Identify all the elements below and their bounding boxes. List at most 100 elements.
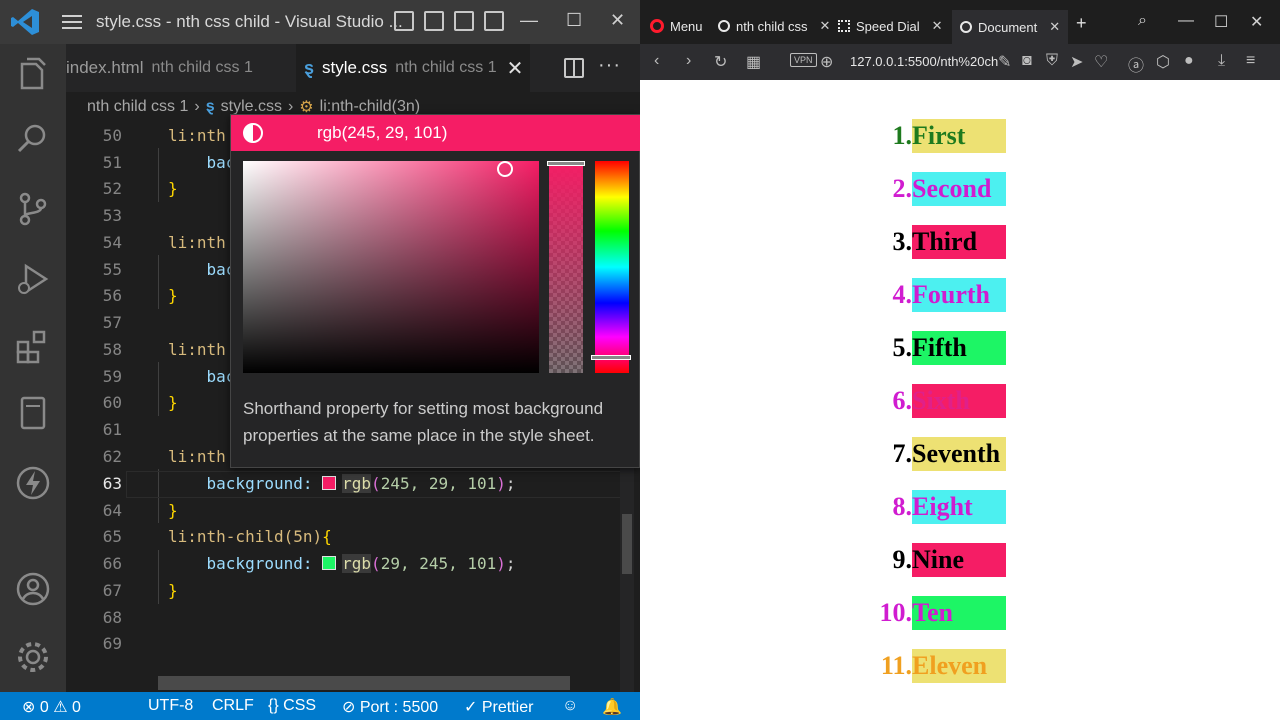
layout-controls	[394, 11, 504, 31]
extension-a-icon[interactable]: ⓐ	[1128, 52, 1144, 76]
maximize-icon[interactable]: ☐	[1214, 12, 1228, 32]
extensions-icon[interactable]	[14, 328, 52, 366]
split-editor-icon[interactable]	[564, 58, 584, 78]
css-value: 245, 29, 101	[380, 474, 497, 493]
list-item-text: Eleven	[912, 649, 1006, 683]
profile-avatar-icon[interactable]: ●	[1184, 52, 1194, 70]
source-control-icon[interactable]	[14, 190, 52, 228]
hover-description: Shorthand property for setting most back…	[243, 399, 604, 445]
prettier-label: Prettier	[481, 699, 534, 716]
browser-tab-speed-dial[interactable]: Speed Dial ✕	[838, 11, 943, 41]
tab-close-icon[interactable]: ✕	[932, 18, 943, 34]
problems-indicator[interactable]: ⊗ 0 ⚠ 0	[22, 697, 81, 717]
more-actions-icon[interactable]: ···	[598, 54, 621, 77]
code-line: li:nth	[168, 233, 226, 252]
maximize-icon[interactable]: ☐	[566, 10, 582, 31]
indent-guide	[158, 255, 159, 309]
opera-menu-button[interactable]: Menu	[650, 11, 703, 41]
tab-close-icon[interactable]: ✕	[507, 56, 524, 81]
port-label: Port : 5500	[359, 699, 439, 716]
prettier-status[interactable]: ✓ Prettier	[464, 697, 533, 717]
open-brace: {	[322, 527, 332, 546]
horizontal-scrollbar[interactable]	[158, 676, 570, 690]
speed-dial-icon	[838, 20, 850, 32]
color-swatch[interactable]	[322, 476, 337, 490]
shield-icon[interactable]: ⛨	[1046, 52, 1058, 70]
explorer-icon[interactable]	[14, 56, 52, 94]
settings-gear-icon[interactable]	[14, 638, 52, 676]
tab-style-css[interactable]: ȿ style.css nth child css 1 ✕	[296, 44, 530, 92]
vpn-badge[interactable]: VPN	[790, 53, 817, 67]
tabs-grid-icon[interactable]: ▦	[746, 52, 761, 72]
opacity-handle[interactable]	[547, 161, 585, 166]
search-tabs-icon[interactable]: ⌕	[1138, 12, 1147, 30]
menu-icon[interactable]	[60, 12, 84, 32]
minimize-icon[interactable]: —	[1178, 12, 1194, 30]
indent-guide	[158, 148, 159, 202]
easy-setup-icon[interactable]: ≡	[1246, 52, 1255, 70]
send-icon[interactable]: ➤	[1070, 52, 1083, 72]
list-item-text: Third	[912, 225, 1006, 259]
breadcrumb-folder[interactable]: nth child css 1	[87, 98, 188, 116]
feedback-icon[interactable]: ☺	[562, 697, 578, 715]
cube-icon[interactable]: ⬡	[1156, 52, 1170, 72]
line-number: 66	[102, 554, 122, 573]
forward-icon[interactable]: ›	[686, 52, 691, 70]
original-color-icon[interactable]	[243, 123, 263, 143]
scrollbar-thumb[interactable]	[622, 514, 632, 574]
url-field[interactable]: 127.0.0.1:5500/nth%20ch	[850, 54, 998, 69]
search-icon[interactable]	[14, 120, 52, 158]
color-value-label[interactable]: rgb(245, 29, 101)	[317, 123, 447, 143]
tab-folder: nth child css 1	[395, 59, 497, 76]
notifications-icon[interactable]: 🔔	[602, 697, 622, 717]
encoding-status[interactable]: UTF-8	[148, 697, 193, 715]
toggle-panel-icon[interactable]	[424, 11, 444, 31]
browser-tab-nth-child[interactable]: nth child css ✕	[718, 11, 830, 41]
live-server-status[interactable]: ⊘ Port : 5500	[342, 697, 438, 717]
download-icon[interactable]: ⤓	[1218, 52, 1225, 70]
customize-layout-icon[interactable]	[484, 11, 504, 31]
title-bar: style.css - nth css child - Visual Studi…	[0, 0, 640, 44]
tab-close-icon[interactable]: ✕	[1049, 19, 1060, 35]
color-picker-header[interactable]: rgb(245, 29, 101)	[231, 115, 640, 151]
account-icon[interactable]	[14, 570, 52, 608]
edit-icon[interactable]: ✎	[998, 52, 1011, 72]
list-marker: 7.	[892, 439, 913, 468]
run-debug-icon[interactable]	[14, 260, 52, 298]
toggle-sidebar-icon[interactable]	[394, 11, 414, 31]
close-icon[interactable]: ✕	[1250, 12, 1263, 32]
list-item-text: Seventh	[912, 437, 1006, 471]
line-number: 50	[102, 126, 122, 145]
tab-close-icon[interactable]: ✕	[820, 18, 831, 34]
code-line: background: rgb(245, 29, 101);	[206, 474, 516, 493]
code-line: li:nth-child(5n){	[168, 527, 332, 546]
browser-tab-document[interactable]: Document ✕	[952, 10, 1069, 44]
camera-icon[interactable]: ◙	[1022, 52, 1032, 70]
list-item: 11. Eleven	[850, 649, 1006, 683]
back-icon[interactable]: ‹	[654, 52, 659, 70]
tab-index-html[interactable]: index.html nth child css 1	[66, 44, 292, 92]
address-bar: ‹ › ↻ ▦ VPN ⊕ 127.0.0.1:5500/nth%20ch ✎ …	[640, 44, 1280, 80]
language-status[interactable]: {} CSS	[268, 697, 316, 715]
close-icon[interactable]: ✕	[610, 10, 625, 31]
hue-slider[interactable]	[591, 161, 631, 373]
reload-icon[interactable]: ↻	[714, 52, 727, 72]
saturation-box[interactable]	[243, 161, 539, 373]
hue-handle[interactable]	[591, 355, 631, 360]
thunder-client-icon[interactable]	[14, 464, 52, 502]
saturation-knob[interactable]	[497, 161, 513, 177]
new-tab-icon[interactable]: +	[1076, 13, 1087, 34]
opacity-slider[interactable]	[547, 161, 585, 373]
list-item: 6. Sixth	[850, 384, 1006, 418]
browser-tab-label: Speed Dial	[856, 18, 920, 34]
globe-icon: ⊕	[820, 54, 834, 71]
color-swatch[interactable]	[322, 556, 337, 570]
status-bar: ⊗ 0 ⚠ 0 UTF-8 CRLF {} CSS ⊘ Port : 5500 …	[0, 692, 640, 720]
minimize-icon[interactable]: —	[520, 10, 538, 31]
code-line: li:nth	[168, 447, 226, 466]
heart-icon[interactable]: ♡	[1094, 52, 1108, 72]
eol-status[interactable]: CRLF	[212, 697, 254, 715]
toggle-secondary-sidebar-icon[interactable]	[454, 11, 474, 31]
code-line: }	[168, 286, 178, 305]
notebook-icon[interactable]	[14, 394, 52, 432]
